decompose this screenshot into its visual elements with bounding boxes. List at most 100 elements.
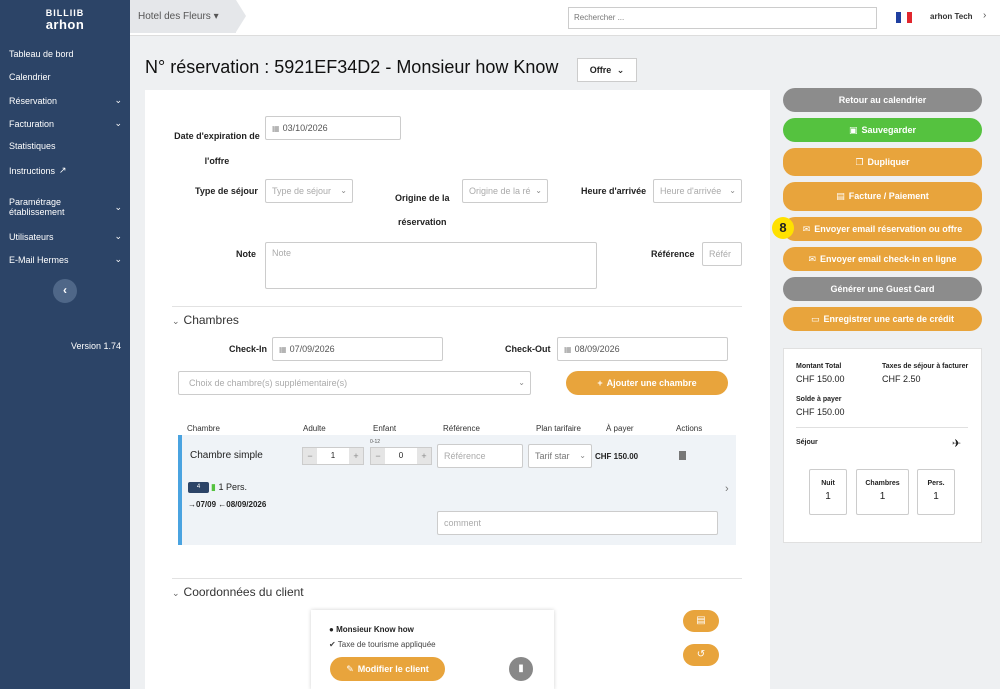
reference-label: Référence — [651, 249, 695, 259]
sidebar-item-settings[interactable]: Paramétrage établissement ⌄ — [9, 197, 122, 217]
chevron-right-icon[interactable]: › — [983, 10, 986, 21]
page-title: N° réservation : 5921EF34D2 - Monsieur h… — [145, 57, 559, 77]
stay-type-select[interactable]: Type de séjour ⌄ — [265, 179, 353, 203]
caret-down-icon: ▾ — [213, 11, 219, 22]
rate-plan-select[interactable]: Tarif star ⌄ — [528, 444, 592, 468]
sidebar-item-label: Réservation — [9, 95, 58, 106]
children-stepper[interactable]: − 0 + — [370, 447, 432, 465]
client-section-title: Coordonnées du client — [183, 585, 304, 599]
room-amount: CHF 150.00 — [595, 452, 639, 461]
checkout-date-field[interactable]: ▦ 08/09/2026 — [557, 337, 728, 361]
document-type-dropdown[interactable]: Offre ⌄ — [577, 58, 637, 82]
credit-card-button[interactable]: ▭ Enregistrer une carte de crédit — [783, 307, 982, 331]
send-checkin-email-label: Envoyer email check-in en ligne — [819, 254, 957, 264]
save-label: Sauvegarder — [861, 125, 917, 135]
chevron-down-icon: ⌄ — [114, 201, 122, 212]
add-room-button[interactable]: + Ajouter une chambre — [566, 371, 728, 395]
sidebar-item-calendar[interactable]: Calendrier — [9, 72, 122, 82]
guest-card-button[interactable]: Générer une Guest Card — [783, 277, 982, 301]
add-room-label: Ajouter une chambre — [606, 378, 697, 388]
sidebar-item-users[interactable]: Utilisateurs ⌄ — [9, 231, 122, 242]
chevron-down-icon: ⌄ — [535, 186, 542, 195]
edit-icon: ✎ — [346, 664, 354, 674]
back-to-calendar-button[interactable]: Retour au calendrier — [783, 88, 982, 112]
origin-label-line1: Origine de la — [395, 193, 450, 203]
bed-icon: 4 — [188, 482, 209, 493]
client-card: ● Monsieur Know how ✔ Taxe de tourisme a… — [311, 610, 554, 689]
sidebar-item-email[interactable]: E-Mail Hermes ⌄ — [9, 254, 122, 265]
search-input[interactable]: Rechercher ... — [568, 7, 877, 29]
stay-type-label: Type de séjour — [195, 186, 258, 196]
chevron-down-icon: ⌄ — [172, 588, 180, 598]
checkin-date-value: 07/09/2026 — [289, 344, 335, 354]
col-header-actions: Actions — [676, 424, 703, 433]
sidebar-item-statistics[interactable]: Statistiques — [9, 141, 122, 151]
plus-icon: + — [597, 378, 603, 388]
divider — [172, 306, 742, 307]
origin-select[interactable]: Origine de la ré ⌄ — [462, 179, 548, 203]
arrival-time-placeholder: Heure d'arrivée — [660, 186, 722, 196]
plus-icon[interactable]: + — [417, 448, 431, 464]
children-value: 0 — [398, 451, 404, 460]
document-icon[interactable] — [679, 451, 686, 460]
nights-label: Nuit — [821, 480, 835, 487]
hotel-selector[interactable]: Hotel des Fleurs ▾ — [130, 0, 246, 33]
send-offer-email-label: Envoyer email réservation ou offre — [814, 224, 963, 234]
send-checkin-email-button[interactable]: ✉ Envoyer email check-in en ligne — [783, 247, 982, 271]
checkout-label: Check-Out — [505, 344, 551, 354]
note-textarea[interactable]: Note — [265, 242, 597, 289]
credit-card-label: Enregistrer une carte de crédit — [823, 314, 955, 324]
sidebar-item-label: Paramétrage établissement — [9, 197, 65, 217]
tourist-tax-label: Taxes de séjour à facturer — [882, 363, 969, 370]
chevron-down-icon: ⌄ — [114, 95, 122, 105]
sidebar-item-instructions[interactable]: Instructions ↗ — [9, 165, 122, 176]
app-logo[interactable]: BILLIIB arhon — [0, 8, 130, 32]
rooms-section-header[interactable]: ⌄ Chambres — [172, 313, 239, 327]
extra-rooms-placeholder: Choix de chambre(s) supplémentaire(s) — [189, 378, 348, 388]
user-icon: ▮ — [211, 482, 216, 492]
extra-rooms-select[interactable]: Choix de chambre(s) supplémentaire(s) ⌄ — [178, 371, 531, 395]
collapse-sidebar-button[interactable]: ‹ — [53, 279, 77, 303]
france-flag-icon[interactable] — [896, 12, 912, 23]
adults-stepper[interactable]: − 1 + — [302, 447, 364, 465]
client-section-header[interactable]: ⌄ Coordonnées du client — [172, 585, 304, 599]
rate-plan-value: Tarif star — [535, 451, 570, 461]
bed-count: 4 — [196, 484, 201, 490]
checkin-date-field[interactable]: ▦ 07/09/2026 — [272, 337, 443, 361]
arrival-time-select[interactable]: Heure d'arrivée ⌄ — [653, 179, 742, 203]
send-offer-email-button[interactable]: ✉ Envoyer email réservation ou offre — [783, 217, 982, 241]
reservation-form: Date d'expiration de l'offre ▦ 03/10/2026… — [145, 90, 770, 689]
reference-input[interactable]: Référ — [702, 242, 742, 266]
sidebar-item-dashboard[interactable]: Tableau de bord — [9, 49, 122, 59]
expiration-date-value: 03/10/2026 — [282, 123, 328, 133]
arrival-time-label: Heure d'arrivée — [581, 186, 647, 196]
receipt-icon[interactable]: ▤ — [683, 610, 719, 632]
plus-icon[interactable]: + — [349, 448, 363, 464]
chevron-right-icon[interactable]: › — [725, 483, 729, 495]
sidebar-item-label: Facturation — [9, 118, 55, 129]
user-menu[interactable]: arhon Tech — [930, 12, 973, 21]
room-comment-input[interactable]: comment — [437, 511, 718, 535]
sidebar-item-reservation[interactable]: Réservation ⌄ — [9, 95, 122, 106]
sidebar-item-billing[interactable]: Facturation ⌄ — [9, 118, 122, 129]
duplicate-button[interactable]: ❐ Dupliquer — [783, 148, 982, 176]
room-persons: ▮ 1 Pers. — [211, 482, 247, 493]
envelope-icon: ✉ — [808, 254, 816, 264]
history-icon[interactable]: ↺ — [683, 644, 719, 666]
minus-icon[interactable]: − — [371, 448, 385, 464]
col-header-children: Enfant — [373, 424, 397, 433]
nights-box: Nuit 1 — [809, 469, 847, 515]
save-button[interactable]: ▣ Sauvegarder — [783, 118, 982, 142]
expiration-label-line1: Date d'expiration de — [174, 131, 260, 141]
expiration-date-field[interactable]: ▦ 03/10/2026 — [265, 116, 401, 140]
edit-client-button[interactable]: ✎ Modifier le client — [330, 657, 445, 681]
minus-icon[interactable]: − — [303, 448, 317, 464]
divider — [796, 427, 968, 428]
copy-icon: ❐ — [855, 157, 864, 167]
chevron-down-icon: ⌄ — [579, 451, 586, 460]
stay-label: Séjour — [796, 439, 818, 446]
chevron-down-icon: ⌄ — [729, 186, 736, 195]
trash-icon[interactable]: ▮ — [509, 657, 533, 681]
room-reference-input[interactable]: Référence — [437, 444, 523, 468]
invoice-payment-button[interactable]: ▤ Facture / Paiement — [783, 182, 982, 211]
